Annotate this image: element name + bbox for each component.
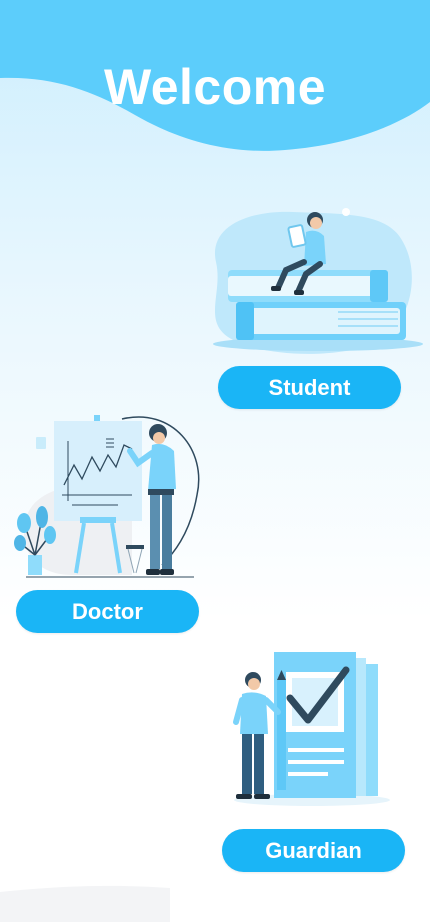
student-illustration xyxy=(213,208,423,354)
guardian-illustration xyxy=(233,652,390,806)
doctor-illustration xyxy=(14,415,200,578)
welcome-screen: Welcome Student Doctor Guardian xyxy=(0,0,430,922)
bottom-wave xyxy=(0,885,170,922)
guardian-button[interactable]: Guardian xyxy=(222,829,405,872)
student-button[interactable]: Student xyxy=(218,366,401,409)
page-title: Welcome xyxy=(103,59,327,115)
doctor-button[interactable]: Doctor xyxy=(16,590,199,633)
